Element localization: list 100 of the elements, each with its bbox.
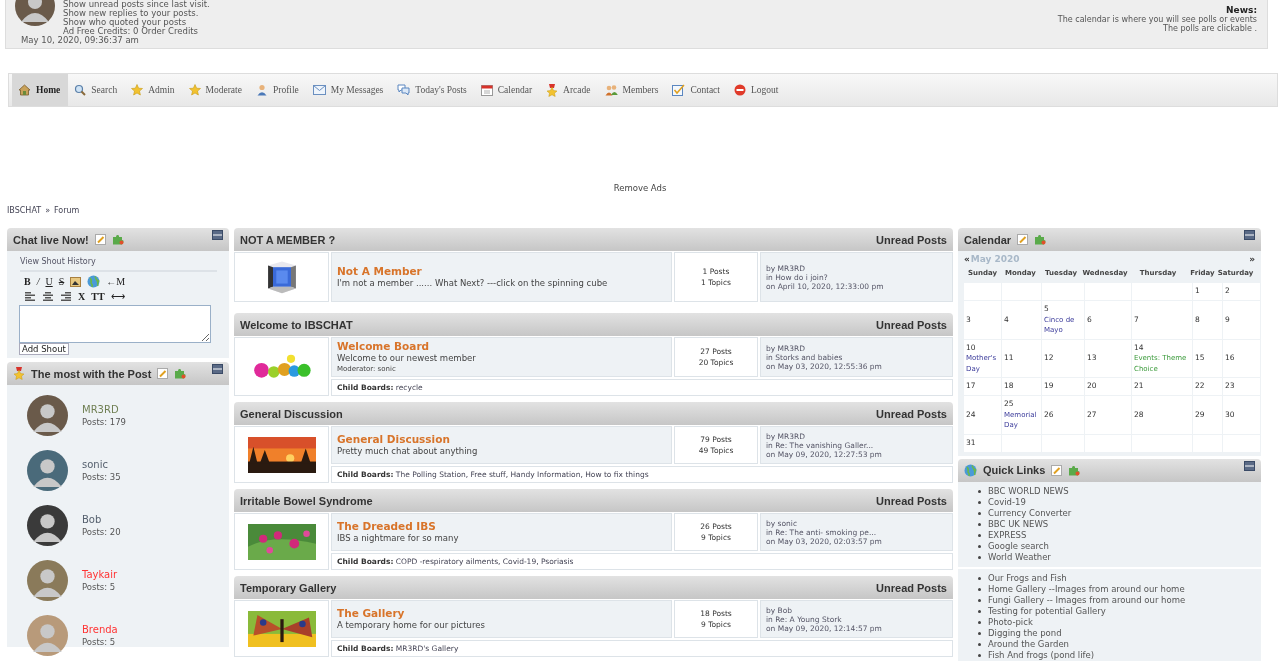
bullet-icon xyxy=(978,533,981,537)
category-title: Temporary Gallery xyxy=(240,581,337,594)
shout-field[interactable] xyxy=(19,305,211,343)
align-center-button[interactable] xyxy=(42,291,54,302)
collapse-button[interactable] xyxy=(212,364,223,374)
member-name[interactable]: MR3RD xyxy=(82,403,126,416)
panel-link[interactable]: Show new replies to your posts. xyxy=(63,9,210,18)
align-left-button[interactable] xyxy=(24,291,36,302)
quick-link[interactable]: World Weather xyxy=(988,551,1051,563)
medal-icon xyxy=(546,83,559,97)
quick-link[interactable]: EXPRESS xyxy=(988,529,1027,541)
nav-tab[interactable]: Logout xyxy=(727,74,787,106)
quick-link[interactable]: Covid-19 xyxy=(988,496,1026,508)
globe-button[interactable] xyxy=(87,275,101,288)
panel-title: Calendar xyxy=(964,233,1012,246)
no-entry-icon xyxy=(733,84,746,96)
member-name[interactable]: sonic xyxy=(82,458,121,471)
pencil-icon xyxy=(1017,234,1029,245)
news-text: The calendar is where you will see polls or events xyxy=(1057,15,1257,24)
puzzle-icon xyxy=(111,234,124,245)
nav-tab[interactable]: Profile xyxy=(249,74,307,106)
puzzle-icon xyxy=(1068,464,1081,476)
avatar xyxy=(27,505,68,546)
collapse-button[interactable] xyxy=(1244,230,1255,240)
bullet-icon xyxy=(978,544,981,548)
underline-button[interactable]: U xyxy=(45,276,53,287)
board-description: A temporary home for our pictures xyxy=(337,619,486,631)
quick-link[interactable]: Google search xyxy=(988,540,1049,552)
person-icon xyxy=(255,84,268,96)
quick-link[interactable]: Photo-pick xyxy=(988,616,1033,628)
quick-link[interactable]: Currency Converter xyxy=(988,507,1072,519)
nav-tab[interactable]: Calendar xyxy=(474,74,541,106)
nav-tab[interactable]: Home xyxy=(12,74,69,106)
strike-button[interactable]: S xyxy=(58,276,65,287)
quick-link[interactable]: BBC UK NEWS xyxy=(988,518,1049,530)
quick-link[interactable]: Around the Garden xyxy=(988,638,1069,650)
quick-link[interactable]: Testing for potential Gallery xyxy=(988,605,1106,617)
quick-link[interactable]: BBC WORLD NEWS xyxy=(988,485,1069,497)
post-count: Posts: 179 xyxy=(82,415,126,428)
nav-tab[interactable]: Members xyxy=(598,74,667,106)
quick-link[interactable]: Digging the pond xyxy=(988,627,1062,639)
italic-button[interactable]: / xyxy=(36,276,40,287)
panel-link[interactable]: Show who quoted your posts xyxy=(63,18,210,27)
month-title: May 2020 xyxy=(970,254,1020,265)
panel-title: Chat live Now! xyxy=(13,233,89,246)
nav-tab[interactable]: Admin xyxy=(125,74,183,106)
nav-tab[interactable]: Arcade xyxy=(540,74,599,106)
panel-link[interactable]: Ad Free Credits: 0 Order Credits xyxy=(63,27,210,36)
search-icon xyxy=(74,84,87,96)
breadcrumb-link[interactable]: Forum xyxy=(54,206,80,216)
board-description: IBS a nightmare for so many xyxy=(337,532,460,544)
globe-icon xyxy=(964,463,977,477)
quick-link[interactable]: Home Gallery --Images from around our home xyxy=(988,583,1185,595)
image-button[interactable] xyxy=(70,276,82,287)
collapse-button[interactable] xyxy=(212,230,223,240)
nav-tab[interactable]: Today's Posts xyxy=(391,74,475,106)
previous-month-link[interactable]: « xyxy=(964,254,970,265)
bold-button[interactable]: B xyxy=(24,276,31,287)
category-title: NOT A MEMBER ? xyxy=(240,233,336,246)
avatar xyxy=(27,450,68,491)
member-name[interactable]: Bob xyxy=(82,513,121,526)
envelope-icon xyxy=(312,85,326,95)
bold-button[interactable]: X xyxy=(78,291,86,302)
history-link[interactable]: View Shout History xyxy=(20,257,217,272)
format-button[interactable]: ←M xyxy=(106,276,126,287)
unread-posts-link[interactable]: Unread Posts xyxy=(876,407,947,420)
pencil-icon xyxy=(157,368,169,379)
panel-link[interactable]: Show unread posts since last visit. xyxy=(63,0,210,9)
unread-posts-link[interactable]: Unread Posts xyxy=(876,494,947,507)
next-month-link[interactable]: » xyxy=(1249,254,1255,265)
nav-tab[interactable]: My Messages xyxy=(306,74,392,106)
category-title: Irritable Bowel Syndrome xyxy=(240,494,373,507)
remove-ads-link[interactable]: Remove Ads xyxy=(613,183,667,193)
category-title: General Discussion xyxy=(240,407,343,420)
nav-tab[interactable]: Moderate xyxy=(182,74,250,106)
quick-link[interactable]: Fish And frogs (pond life) xyxy=(988,649,1095,661)
avatar xyxy=(27,615,68,656)
star-icon xyxy=(188,84,201,96)
bullet-icon xyxy=(978,555,981,559)
nav-tab[interactable]: Search xyxy=(68,74,126,106)
bullet-icon xyxy=(978,598,981,602)
quick-link[interactable]: Fungi Gallery -- Images from around our home xyxy=(988,594,1186,606)
align-right-button[interactable] xyxy=(60,291,72,302)
bullet-icon xyxy=(978,522,981,526)
post-count: Posts: 5 xyxy=(82,580,117,593)
add-shout-button[interactable]: Add Shout xyxy=(19,343,69,355)
bold-button[interactable]: TT xyxy=(91,291,105,302)
format-button[interactable]: ⟷ xyxy=(110,291,125,302)
speech-bubbles-icon xyxy=(397,84,411,96)
quick-link[interactable]: Our Frogs and Fish xyxy=(988,572,1067,584)
bullet-icon xyxy=(978,609,981,613)
unread-posts-link[interactable]: Unread Posts xyxy=(876,318,947,331)
collapse-button[interactable] xyxy=(1244,460,1255,471)
avatar xyxy=(27,395,68,436)
panel-title: Quick Links xyxy=(983,464,1046,476)
post-count: Posts: 5 xyxy=(82,635,117,648)
unread-posts-link[interactable]: Unread Posts xyxy=(876,581,947,594)
breadcrumb-link[interactable]: IBSCHAT xyxy=(7,206,42,216)
nav-tab[interactable]: Contact xyxy=(666,74,728,106)
unread-posts-link[interactable]: Unread Posts xyxy=(876,233,947,246)
